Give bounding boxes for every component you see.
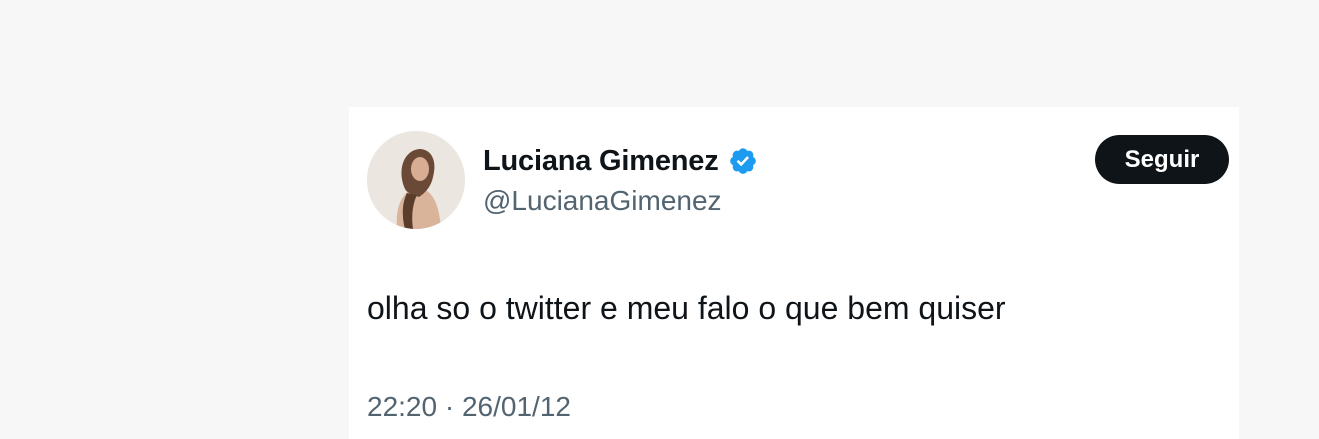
display-name[interactable]: Luciana Gimenez: [483, 145, 719, 178]
tweet-card: Luciana Gimenez @LucianaGimenez Seguir o…: [349, 107, 1239, 439]
follow-button[interactable]: Seguir: [1095, 135, 1229, 184]
tweet-text: olha so o twitter e meu falo o que bem q…: [367, 290, 1006, 326]
verified-badge-icon: [728, 146, 758, 176]
tweet-time: 22:20: [367, 391, 438, 422]
avatar-photo: [367, 131, 465, 229]
timestamp-separator: ·: [444, 391, 455, 422]
author-handle[interactable]: @LucianaGimenez: [483, 185, 722, 217]
author-avatar[interactable]: [367, 131, 465, 229]
tweet-timestamp[interactable]: 22:20 · 26/01/12: [367, 391, 571, 423]
tweet-date: 26/01/12: [461, 391, 571, 422]
author-name-row: Luciana Gimenez: [483, 143, 758, 179]
